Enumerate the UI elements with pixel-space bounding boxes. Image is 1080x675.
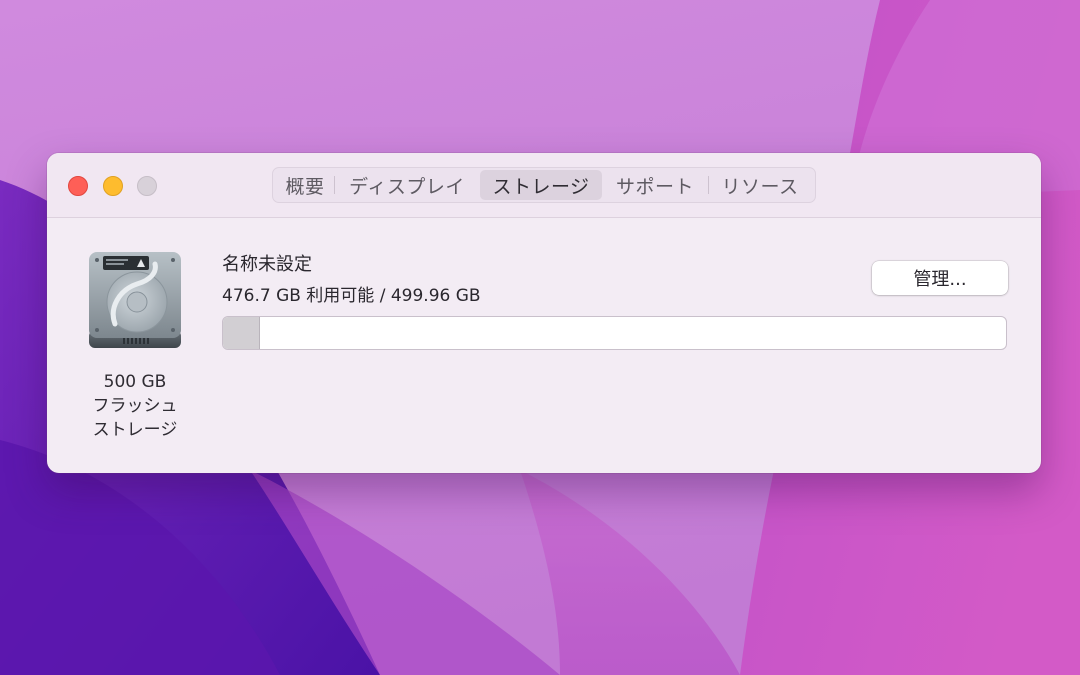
volume-name: 名称未設定 — [222, 254, 312, 275]
tab-support[interactable]: サポート — [602, 170, 708, 200]
close-window-button[interactable] — [68, 176, 88, 196]
capacity-text: 476.7 GB 利用可能 / 499.96 GB — [222, 286, 481, 306]
drive-type-line1: フラッシュ — [92, 396, 178, 416]
title-bar: 概要 ディスプレイ ストレージ サポート リソース — [47, 153, 1041, 218]
tab-overview[interactable]: 概要 — [276, 170, 334, 200]
tab-storage[interactable]: ストレージ — [480, 170, 602, 200]
storage-usage-bar — [222, 316, 1007, 350]
drive-description: 500 GB フラッシュ ストレージ — [69, 370, 201, 442]
about-this-mac-window: 概要 ディスプレイ ストレージ サポート リソース 500 GB フラッシュ ス… — [47, 153, 1041, 473]
tab-service[interactable]: リソース — [708, 170, 812, 200]
minimize-window-button[interactable] — [103, 176, 123, 196]
tab-displays[interactable]: ディスプレイ — [334, 170, 480, 200]
hard-drive-icon — [85, 250, 185, 352]
drive-type-line2: ストレージ — [92, 420, 178, 440]
zoom-window-button — [137, 176, 157, 196]
tab-bar: 概要 ディスプレイ ストレージ サポート リソース — [272, 167, 816, 203]
drive-size-label: 500 GB — [103, 372, 167, 392]
manage-button[interactable]: 管理... — [872, 261, 1008, 295]
storage-used-segment — [223, 317, 261, 349]
